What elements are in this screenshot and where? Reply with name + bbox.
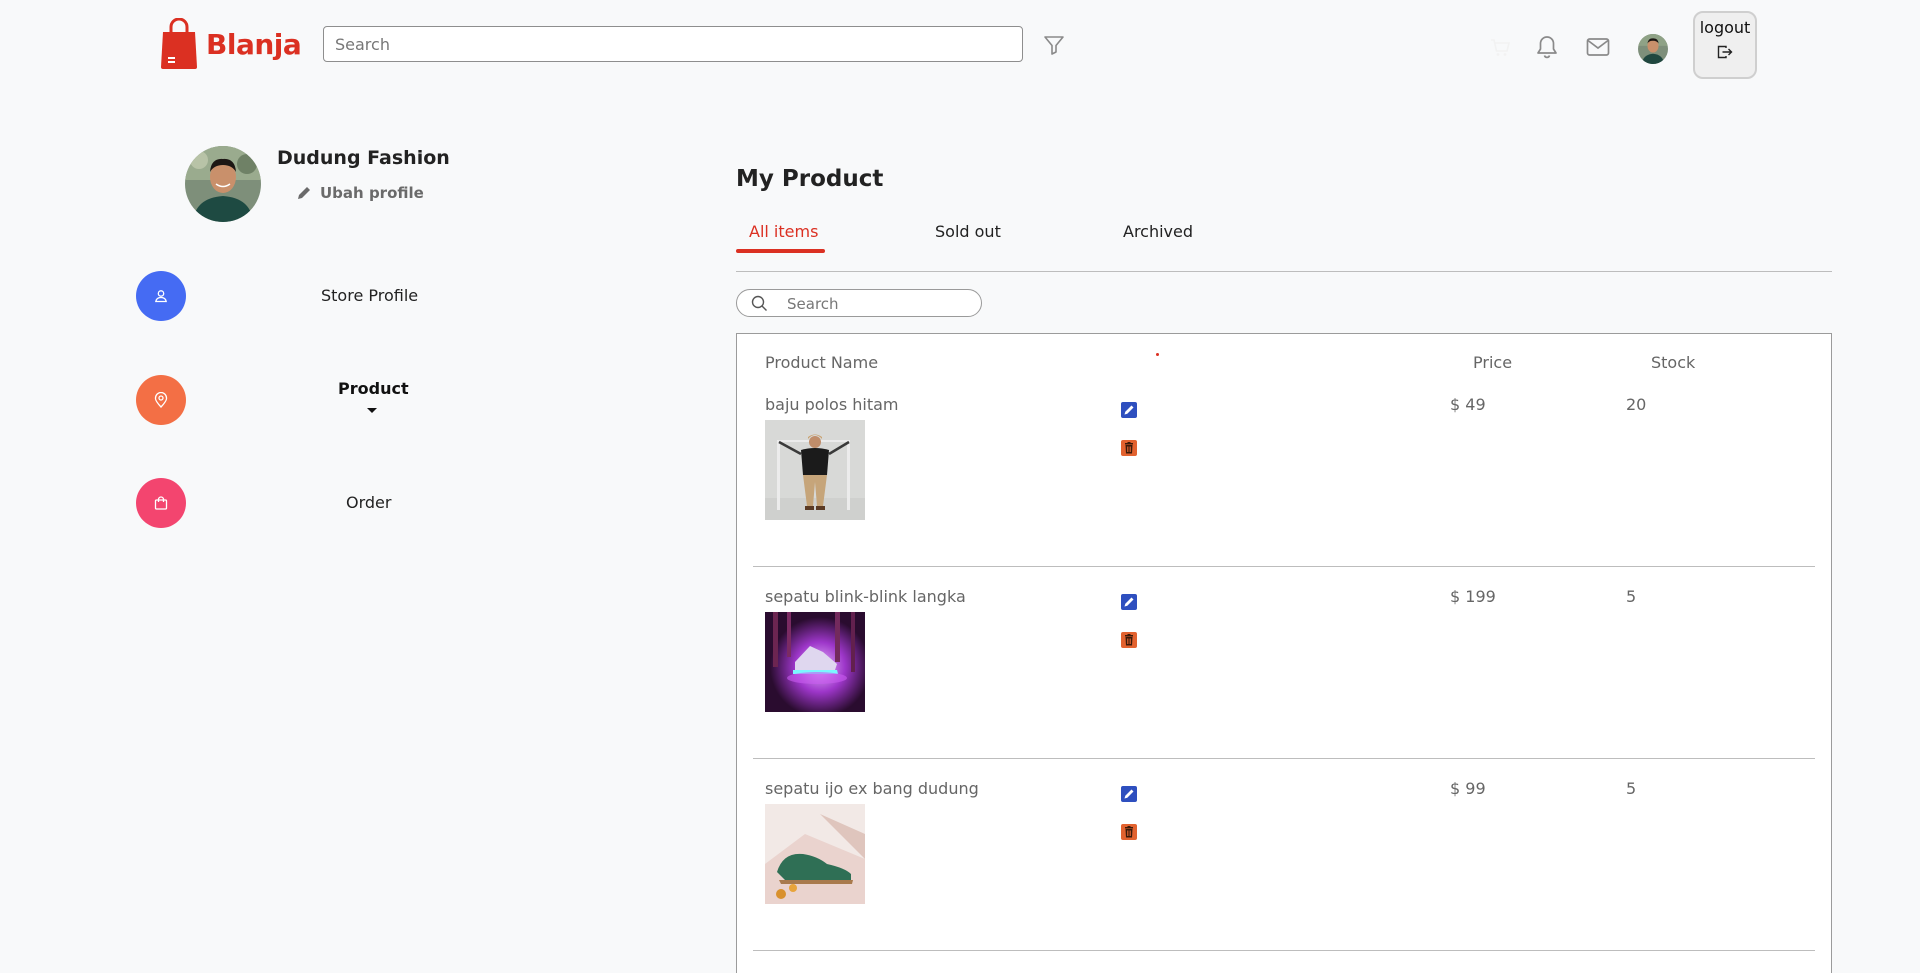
- product-image[interactable]: [765, 420, 865, 520]
- brand-name: Blanja: [206, 27, 302, 61]
- product-photo-black-shirt: [765, 420, 865, 520]
- cart-icon[interactable]: [1489, 36, 1511, 58]
- product-search[interactable]: [736, 289, 982, 317]
- logout-icon: [1717, 45, 1733, 59]
- row-divider: [753, 758, 1815, 759]
- filter-icon[interactable]: [1043, 34, 1065, 56]
- product-search-input[interactable]: [785, 293, 969, 315]
- table-row: baju polos hitam $ 49 20: [737, 387, 1831, 579]
- sidebar-item-label: Order: [346, 493, 392, 512]
- edit-icon[interactable]: [1121, 594, 1137, 610]
- row-divider: [753, 566, 1815, 567]
- search-input[interactable]: [323, 26, 1023, 62]
- store-avatar-image: [185, 146, 261, 222]
- product-photo-green-shoe: [765, 804, 865, 904]
- product-stock: 20: [1626, 395, 1647, 414]
- edit-profile-link[interactable]: Ubah profile: [296, 184, 424, 202]
- search-icon: [751, 295, 767, 311]
- caret-down-icon: [367, 408, 377, 413]
- edit-icon[interactable]: [1121, 402, 1137, 418]
- column-header-stock: Stock: [1651, 353, 1696, 372]
- row-divider: [753, 950, 1815, 951]
- sidebar-item-product[interactable]: Product: [136, 375, 606, 427]
- product-name: baju polos hitam: [765, 395, 899, 414]
- store-avatar: [185, 146, 261, 222]
- avatar-image: [1638, 34, 1668, 64]
- product-stock: 5: [1626, 779, 1637, 798]
- user-avatar[interactable]: [1638, 34, 1668, 64]
- sidebar-item-store-profile[interactable]: Store Profile: [136, 271, 606, 323]
- tab-sold-out[interactable]: Sold out: [935, 222, 1001, 241]
- product-stock: 5: [1626, 587, 1637, 606]
- sidebar-item-label: Product: [338, 379, 409, 398]
- column-header-product-name: Product Name: [765, 353, 879, 372]
- pencil-icon: [298, 187, 310, 199]
- page-title: My Product: [736, 166, 884, 192]
- sidebar-item-label: Store Profile: [321, 286, 419, 305]
- mail-icon[interactable]: [1586, 36, 1610, 58]
- logout-button[interactable]: logout: [1693, 11, 1757, 79]
- shopping-bag-icon: [136, 478, 186, 528]
- product-price: $ 49: [1450, 395, 1486, 414]
- indicator-dot: [1156, 353, 1159, 356]
- logout-label: logout: [1699, 18, 1751, 37]
- product-table: Product Name Price Stock baju polos hita…: [736, 333, 1832, 973]
- store-name: Dudung Fashion: [277, 147, 450, 169]
- trash-icon[interactable]: [1121, 824, 1137, 840]
- tab-archived[interactable]: Archived: [1123, 222, 1193, 241]
- sidebar-item-order[interactable]: Order: [136, 478, 606, 530]
- tab-all-items[interactable]: All items: [749, 222, 818, 241]
- table-row: sepatu blink-blink langka $ 199 5: [737, 579, 1831, 771]
- product-name: sepatu ijo ex bang dudung: [765, 779, 979, 798]
- product-price: $ 199: [1450, 587, 1496, 606]
- user-icon: [136, 271, 186, 321]
- column-header-price: Price: [1473, 353, 1513, 372]
- table-row: sepatu ijo ex bang dudung $ 99 5: [737, 771, 1831, 963]
- edit-icon[interactable]: [1121, 786, 1137, 802]
- edit-profile-label: Ubah profile: [320, 184, 424, 202]
- product-image[interactable]: [765, 612, 865, 712]
- active-tab-indicator: [736, 249, 825, 253]
- trash-icon[interactable]: [1121, 632, 1137, 648]
- product-price: $ 99: [1450, 779, 1486, 798]
- brand-logo[interactable]: Blanja: [160, 18, 302, 70]
- trash-icon[interactable]: [1121, 440, 1137, 456]
- bell-icon[interactable]: [1535, 34, 1559, 60]
- product-photo-led-sneakers: [765, 612, 865, 712]
- location-pin-icon: [136, 375, 186, 425]
- product-image[interactable]: [765, 804, 865, 904]
- product-name: sepatu blink-blink langka: [765, 587, 966, 606]
- shopping-bag-logo-icon: [161, 18, 197, 69]
- tabs-divider: [736, 271, 1832, 272]
